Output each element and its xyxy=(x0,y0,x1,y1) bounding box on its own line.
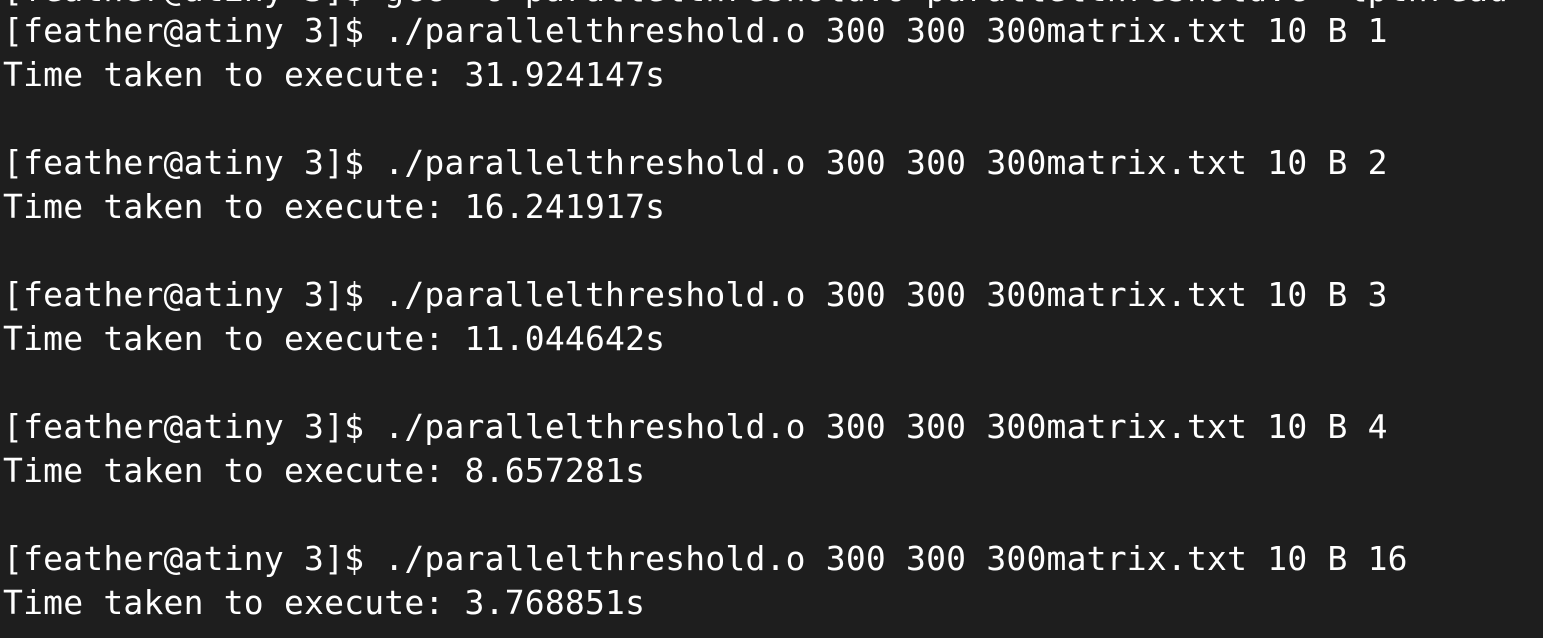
command-line-2: [feather@atiny 3]$ ./parallelthreshold.o… xyxy=(3,143,1388,182)
terminal-window[interactable]: [feather@atiny 3]$ gcc -o parallelthresh… xyxy=(0,0,1543,638)
command-line-1: [feather@atiny 3]$ ./parallelthreshold.o… xyxy=(3,11,1388,50)
output-line-2: Time taken to execute: 16.241917s xyxy=(3,187,666,226)
command-line-4: [feather@atiny 3]$ ./parallelthreshold.o… xyxy=(3,407,1388,446)
output-line-5: Time taken to execute: 3.768851s xyxy=(3,583,646,622)
output-line-3: Time taken to execute: 11.044642s xyxy=(3,319,666,358)
command-line-3: [feather@atiny 3]$ ./parallelthreshold.o… xyxy=(3,275,1388,314)
output-line-1: Time taken to execute: 31.924147s xyxy=(3,55,666,94)
output-line-4: Time taken to execute: 8.657281s xyxy=(3,451,646,490)
command-line-5: [feather@atiny 3]$ ./parallelthreshold.o… xyxy=(3,539,1408,578)
